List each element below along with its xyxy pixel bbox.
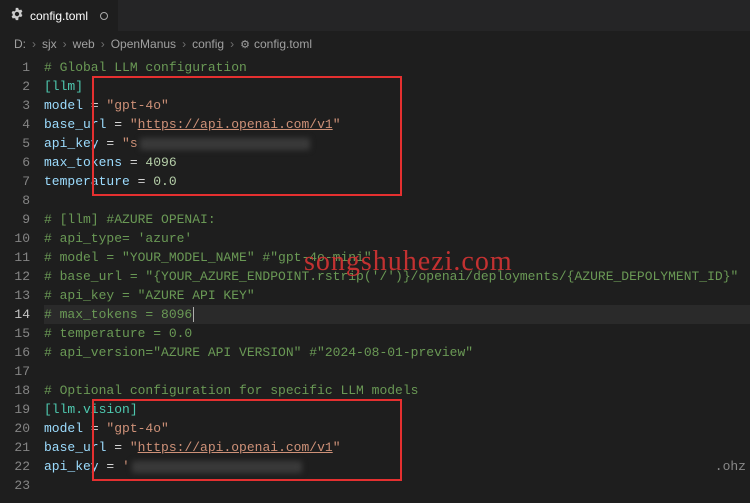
text-cursor <box>193 307 194 322</box>
tab-title: config.toml <box>30 9 88 23</box>
crumb-1[interactable]: sjx <box>42 37 57 51</box>
code-line: # [llm] #AZURE OPENAI: <box>44 210 750 229</box>
code-line: api_key = "s <box>44 134 750 153</box>
code-editor[interactable]: 1234567891011121314151617181920212223 so… <box>0 56 750 503</box>
redacted-api-key <box>140 138 310 150</box>
crumb-file[interactable]: config.toml <box>254 37 312 51</box>
code-line <box>44 191 750 210</box>
crumb-2[interactable]: web <box>73 37 95 51</box>
code-line: model = "gpt-4o" <box>44 419 750 438</box>
breadcrumb[interactable]: D: › sjx › web › OpenManus › config › ⚙ confi… <box>0 32 750 56</box>
code-line: # model = "YOUR_MODEL_NAME" #"gpt-4o-min… <box>44 248 750 267</box>
redacted-api-key <box>132 461 302 473</box>
chevron-right-icon: › <box>63 37 67 51</box>
code-line: base_url = "https://api.openai.com/v1" <box>44 115 750 134</box>
code-line: # api_type= 'azure' <box>44 229 750 248</box>
code-area[interactable]: songshuhezi.com # Global LLM configurati… <box>44 56 750 503</box>
code-line: # Optional configuration for specific LL… <box>44 381 750 400</box>
code-line: max_tokens = 4096 <box>44 153 750 172</box>
gear-icon <box>10 7 24 24</box>
chevron-right-icon: › <box>32 37 36 51</box>
code-line: [llm.vision] <box>44 400 750 419</box>
line-number-gutter: 1234567891011121314151617181920212223 <box>0 56 44 503</box>
code-line-current: # max_tokens = 8096 <box>44 305 750 324</box>
code-line: [llm] <box>44 77 750 96</box>
code-line: # temperature = 0.0 <box>44 324 750 343</box>
crumb-drive[interactable]: D: <box>14 37 26 51</box>
crumb-3[interactable]: OpenManus <box>111 37 176 51</box>
code-line <box>44 476 750 495</box>
crumb-4[interactable]: config <box>192 37 224 51</box>
gear-icon: ⚙ <box>240 38 250 51</box>
code-line: # api_key = "AZURE API KEY" <box>44 286 750 305</box>
chevron-right-icon: › <box>182 37 186 51</box>
tab-modified-icon <box>100 12 108 20</box>
chevron-right-icon: › <box>230 37 234 51</box>
tab-bar: config.toml <box>0 0 750 32</box>
code-line: # base_url = "{YOUR_AZURE_ENDPOINT.rstri… <box>44 267 750 286</box>
code-line: temperature = 0.0 <box>44 172 750 191</box>
code-line: # Global LLM configuration <box>44 58 750 77</box>
code-line: model = "gpt-4o" <box>44 96 750 115</box>
chevron-right-icon: › <box>101 37 105 51</box>
code-line: # api_version="AZURE API VERSION" #"2024… <box>44 343 750 362</box>
code-line: base_url = "https://api.openai.com/v1" <box>44 438 750 457</box>
code-line: api_key = '.ohz <box>44 457 750 476</box>
tab-config-toml[interactable]: config.toml <box>0 0 118 31</box>
code-line <box>44 362 750 381</box>
